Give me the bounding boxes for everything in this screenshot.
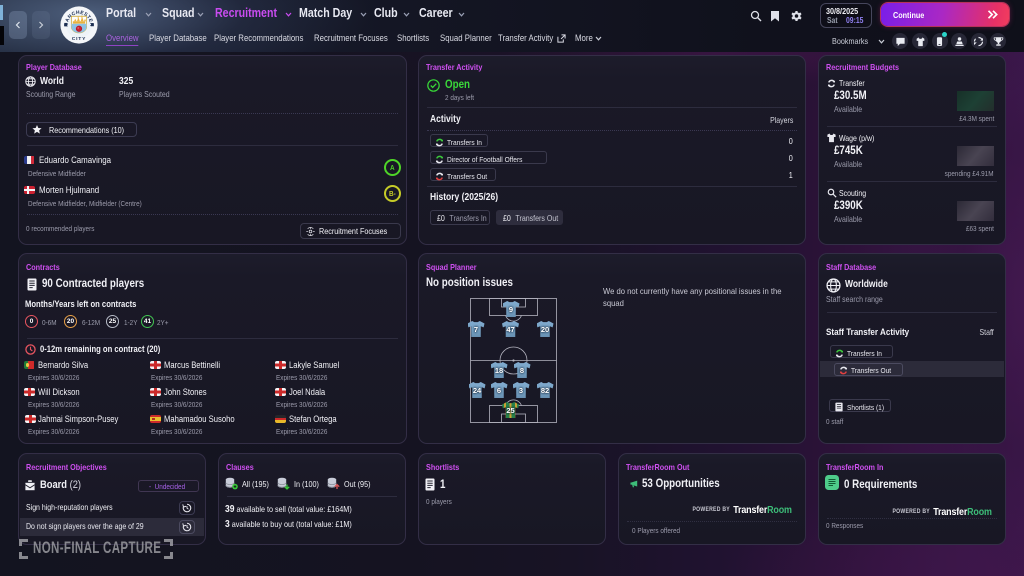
svg-text:CITY: CITY (72, 36, 87, 42)
